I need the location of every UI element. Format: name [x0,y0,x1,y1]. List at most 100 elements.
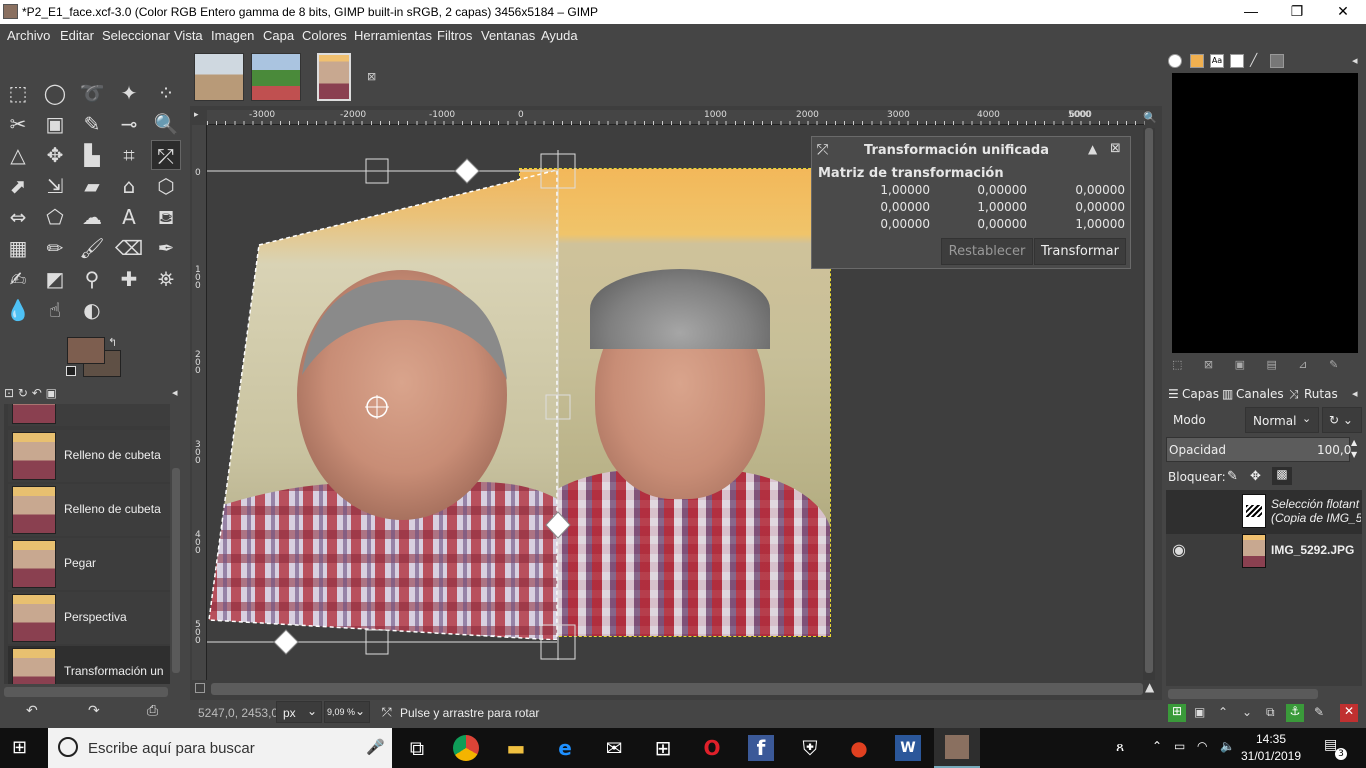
image-tab-thumbnail-active[interactable] [317,53,351,101]
preview-toolbar-icons[interactable]: ⬚ ⊠ ▣ ▤ ⊿ ✎ [1172,358,1358,374]
foreground-color-front[interactable] [67,337,105,364]
panel-menu-icon[interactable]: ◂ [1352,387,1358,400]
raise-layer-icon[interactable]: ⌃ [1218,705,1228,719]
gimp-taskbar-item[interactable] [934,728,980,768]
fuzzy-select-icon[interactable]: ✦ [114,78,144,108]
microphone-icon[interactable]: 🎤 [366,738,385,756]
layers-hscrollbar[interactable] [1168,689,1318,699]
anchor-layer-icon[interactable]: ⚓ [1286,704,1304,722]
warp-transform-icon[interactable]: ⬈ [3,171,33,201]
menu-herramientas[interactable]: Herramientas [354,28,432,43]
lower-layer-icon[interactable]: ⌄ [1242,705,1252,719]
canvas-hscrollbar[interactable] [211,683,1143,695]
history-scrollbar[interactable] [172,468,180,673]
new-layer-group-icon[interactable]: ▣ [1194,705,1205,719]
menu-colores[interactable]: Colores [302,28,347,43]
vscroll-thumb[interactable] [1145,128,1153,673]
lock-pixels-icon[interactable]: ✎ [1227,469,1238,484]
patterns-icon[interactable] [1190,54,1204,68]
windows-start-icon[interactable]: ⊞ [12,738,32,758]
opacity-spin-buttons[interactable]: ▲ ▼ [1351,437,1362,462]
dodge-burn-icon[interactable]: ◐ [77,295,107,325]
word-icon[interactable]: W [895,735,921,761]
mypaint-brush-icon[interactable]: ◩ [40,264,70,294]
transform-handles[interactable] [207,150,587,670]
flip-icon[interactable]: ⇔ [3,202,33,232]
image-tab-thumbnail[interactable] [251,53,301,101]
opacity-slider[interactable]: Opacidad 100,0 [1166,437,1351,462]
lock-alpha-icon[interactable]: ▩ [1272,467,1292,485]
panel-menu-icon[interactable]: ◂ [1352,54,1358,67]
edge-icon[interactable]: e [552,735,578,761]
swap-colors-icon[interactable]: ↰ [108,336,117,349]
default-colors-icon[interactable] [66,366,76,376]
delete-layer-icon[interactable]: ✕ [1340,704,1358,722]
airbrush-icon[interactable]: ✒ [151,233,181,263]
foreground-select-icon[interactable]: ▣ [40,109,70,139]
list-item[interactable]: Transformación un [8,646,170,684]
lock-position-icon[interactable]: ✥ [1250,469,1261,484]
show-hidden-icons[interactable]: ⌃ [1152,739,1162,753]
text-icon[interactable]: A [114,202,144,232]
clone-icon[interactable]: ⚲ [77,264,107,294]
zoom-icon[interactable]: 🔍 [151,109,181,139]
reset-button[interactable]: Restablecer [941,238,1033,265]
eye-icon[interactable]: ◉ [1172,540,1186,559]
list-item[interactable]: Relleno de cubeta [8,430,170,482]
heal-icon[interactable]: ✚ [114,264,144,294]
pencil-icon[interactable]: ✏ [40,233,70,263]
menu-imagen[interactable]: Imagen [211,28,254,43]
panel-menu-icon[interactable]: ◂ [172,386,178,399]
eraser-icon[interactable]: ⌫ [114,233,144,263]
menu-seleccionar[interactable]: Seleccionar [102,28,170,43]
history-hscrollbar[interactable] [4,687,168,697]
list-item[interactable]: Relleno de cubeta [8,484,170,536]
file-explorer-icon[interactable]: ▬ [503,735,529,761]
dock-tabs-icons[interactable]: ⊡ ↻ ↶ ▣ [4,386,57,400]
menu-editar[interactable]: Editar [60,28,94,43]
opera-icon[interactable]: O [699,735,725,761]
battery-icon[interactable]: ▭ [1174,739,1185,753]
minimize-button[interactable]: — [1228,0,1274,24]
undo-icon[interactable]: ↶ [26,703,38,719]
ink-icon[interactable]: ✍ [3,264,33,294]
menu-ayuda[interactable]: Ayuda [541,28,578,43]
defender-icon[interactable]: ⛨ [797,735,823,761]
cage-transform-icon[interactable]: ⬠ [40,202,70,232]
wifi-icon[interactable]: ◠ [1197,739,1207,753]
measure-icon[interactable]: △ [3,140,33,170]
task-view-icon[interactable]: ⧉ [404,735,430,761]
list-item[interactable]: Perspectiva [8,592,170,644]
color-picker-icon[interactable]: ⊸ [114,109,144,139]
paths-icon[interactable]: ✎ [77,109,107,139]
select-by-color-icon[interactable]: ⁘ [151,78,181,108]
bucket-fill-icon[interactable]: ⛾ [151,202,181,232]
list-item[interactable] [8,404,170,426]
clear-history-icon[interactable]: ⎙ [147,703,158,719]
close-tab-icon[interactable]: ⊠ [367,70,376,83]
quick-mask-menu-icon[interactable]: ▸ [194,110,206,123]
gradient-icon[interactable]: ▦ [3,233,33,263]
gradients-icon[interactable] [1270,54,1284,68]
tab-canales[interactable]: Canales [1236,387,1284,401]
menu-vista[interactable]: Vista [174,28,203,43]
scale-icon[interactable]: ⇲ [40,171,70,201]
redo-icon[interactable]: ↷ [88,703,100,719]
duplicate-layer-icon[interactable]: ⧉ [1266,705,1275,720]
brushes-icon[interactable] [1168,54,1182,68]
zoom-fit-icon[interactable]: 🔍 [1143,111,1157,124]
scissors-icon[interactable]: ✂ [3,109,33,139]
unit-select[interactable]: px ⌄ [276,701,322,723]
menu-capa[interactable]: Capa [263,28,294,43]
volume-icon[interactable]: 🔈 [1220,739,1235,753]
close-dialog-icon[interactable]: ⊠ [1110,141,1121,156]
shear-icon[interactable]: ▰ [77,171,107,201]
fonts-icon[interactable]: Aa [1210,54,1224,68]
paintbrush-icon[interactable]: 🖌 [77,233,107,263]
ellipse-select-icon[interactable]: ◯ [40,78,70,108]
chrome-icon[interactable] [453,735,479,761]
zoom-select[interactable]: 9,09 % ⌄ [324,701,370,723]
vertical-ruler[interactable]: 0 1 0 0 2 0 0 3 0 0 4 0 0 5 0 0 [192,125,207,680]
mode-select[interactable]: Normal ⌄ [1245,407,1319,433]
taskbar-search-box[interactable]: Escribe aquí para buscar 🎤 [48,728,392,768]
